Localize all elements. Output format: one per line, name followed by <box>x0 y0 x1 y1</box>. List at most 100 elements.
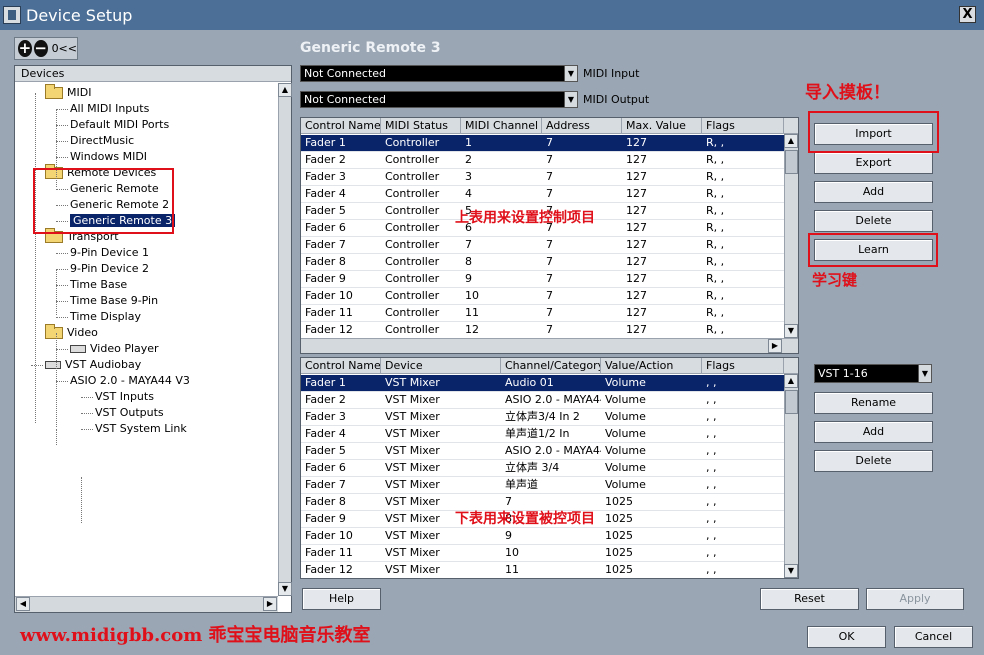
add-target-button[interactable]: Add <box>814 421 933 443</box>
tree-item-asio-2-0-maya44-v3[interactable]: ASIO 2.0 - MAYA44 V3 <box>70 373 190 389</box>
column-header[interactable]: Value/Action <box>601 358 702 374</box>
scroll-thumb[interactable] <box>785 390 798 414</box>
column-header[interactable]: Address <box>542 118 622 134</box>
scroll-down-icon[interactable]: ▼ <box>784 564 798 578</box>
tree-item-video[interactable]: Video <box>45 324 98 341</box>
table-row[interactable]: Fader 4 VST Mixer 单声道1/2 In Volume , , <box>301 426 784 443</box>
column-header[interactable]: MIDI Channel <box>461 118 542 134</box>
tree-vertical-scrollbar[interactable]: ▲ ▼ <box>278 83 292 596</box>
column-header[interactable]: MIDI Status <box>381 118 461 134</box>
midi-output-select[interactable]: Not Connected ▼ <box>300 91 578 108</box>
export-button[interactable]: Export <box>814 152 933 174</box>
bank-select[interactable]: VST 1-16 ▼ <box>814 364 932 383</box>
table-row[interactable]: Fader 1 VST Mixer Audio 01 Volume , , <box>301 375 784 392</box>
column-header[interactable]: Flags <box>702 118 784 134</box>
delete-control-button[interactable]: Delete <box>814 210 933 232</box>
apply-button[interactable]: Apply <box>866 588 964 610</box>
table-cell: Fader 12 <box>305 563 353 576</box>
chevron-down-icon[interactable]: ▼ <box>564 92 577 107</box>
tree-item-default-midi-ports[interactable]: Default MIDI Ports <box>70 117 169 133</box>
scroll-up-icon[interactable]: ▲ <box>784 374 798 388</box>
tree-horizontal-scrollbar[interactable]: ◀ ▶ <box>15 596 278 612</box>
tree-item-9-pin-device-2[interactable]: 9-Pin Device 2 <box>70 261 149 277</box>
device-tree: MIDI All MIDI Inputs Default MIDI Ports Dir… <box>15 83 278 595</box>
chevron-down-icon[interactable]: ▼ <box>564 66 577 81</box>
midi-input-select[interactable]: Not Connected ▼ <box>300 65 578 82</box>
tree-item-midi[interactable]: MIDI <box>45 84 91 101</box>
table-row[interactable]: Fader 11 VST Mixer 10 1025 , , <box>301 545 784 562</box>
help-button[interactable]: Help <box>302 588 381 610</box>
scroll-right-icon[interactable]: ▶ <box>263 597 277 611</box>
scroll-down-icon[interactable]: ▼ <box>278 582 292 596</box>
reset-button[interactable]: Reset <box>760 588 859 610</box>
table-cell: VST Mixer <box>385 444 440 457</box>
table-row[interactable]: Fader 8 Controller 8 7 127 R, , <box>301 254 784 271</box>
collapse-all-button[interactable]: 0<< <box>52 42 77 55</box>
lower-table-note: 下表用来设置被控项目 <box>455 511 595 527</box>
table-row[interactable]: Fader 7 VST Mixer 单声道 Volume , , <box>301 477 784 494</box>
table-cell: Fader 9 <box>305 272 346 285</box>
chevron-down-icon[interactable]: ▼ <box>918 365 931 382</box>
table-row[interactable]: Fader 10 VST Mixer 9 1025 , , <box>301 528 784 545</box>
control-table-vertical-scrollbar[interactable]: ▲ ▼ <box>784 134 798 338</box>
scroll-left-icon[interactable]: ◀ <box>16 597 30 611</box>
tree-connector <box>56 125 68 126</box>
tree-item-time-base[interactable]: Time Base <box>70 277 127 293</box>
table-cell: 127 <box>626 221 647 234</box>
tree-item-video-player[interactable]: Video Player <box>70 341 159 357</box>
tree-item-vst-outputs[interactable]: VST Outputs <box>95 405 164 421</box>
tree-item-vst-inputs[interactable]: VST Inputs <box>95 389 154 405</box>
table-row[interactable]: Fader 6 VST Mixer 立体声 3/4 Volume , , <box>301 460 784 477</box>
upper-table-note: 上表用来设置控制项目 <box>455 210 595 226</box>
column-header[interactable]: Channel/Category <box>501 358 601 374</box>
cancel-button[interactable]: Cancel <box>894 626 973 648</box>
remove-device-icon[interactable]: − <box>33 40 48 57</box>
delete-target-button[interactable]: Delete <box>814 450 933 472</box>
table-row[interactable]: Fader 12 Controller 12 7 127 R, , <box>301 322 784 339</box>
app-icon <box>3 6 21 24</box>
scroll-up-icon[interactable]: ▲ <box>278 83 292 97</box>
scroll-thumb[interactable] <box>785 150 798 174</box>
tree-guide <box>56 429 57 445</box>
rename-button[interactable]: Rename <box>814 392 933 414</box>
tree-item-all-midi-inputs[interactable]: All MIDI Inputs <box>70 101 149 117</box>
table-row[interactable]: Fader 7 Controller 7 7 127 R, , <box>301 237 784 254</box>
table-row[interactable]: Fader 5 VST Mixer ASIO 2.0 - MAYA44 Volume,… <box>301 443 784 460</box>
table-row[interactable]: Fader 4 Controller 4 7 127 R, , <box>301 186 784 203</box>
column-header[interactable]: Flags <box>702 358 784 374</box>
table-row[interactable]: Fader 12 VST Mixer 11 1025 , , <box>301 562 784 578</box>
tree-item-vst-system-link[interactable]: VST System Link <box>95 421 187 437</box>
scroll-right-icon[interactable]: ▶ <box>768 339 782 353</box>
table-cell: Volume <box>605 444 646 457</box>
table-row[interactable]: Fader 9 Controller 9 7 127 R, , <box>301 271 784 288</box>
table-row[interactable]: Fader 3 VST Mixer 立体声3/4 In 2 Volume , , <box>301 409 784 426</box>
scroll-down-icon[interactable]: ▼ <box>784 324 798 338</box>
table-row[interactable]: Fader 1 Controller 1 7 127 R, , <box>301 135 784 152</box>
target-table-vertical-scrollbar[interactable]: ▲ ▼ <box>784 374 798 578</box>
tree-item-time-display[interactable]: Time Display <box>70 309 141 325</box>
tree-item-vst-audiobay[interactable]: VST Audiobay <box>45 357 141 373</box>
table-row[interactable]: Fader 3 Controller 3 7 127 R, , <box>301 169 784 186</box>
tree-item-directmusic[interactable]: DirectMusic <box>70 133 134 149</box>
close-button[interactable]: X <box>959 6 976 23</box>
table-row[interactable]: Fader 2 Controller 2 7 127 R, , <box>301 152 784 169</box>
tree-item-time-base-9-pin[interactable]: Time Base 9-Pin <box>70 293 158 309</box>
add-device-icon[interactable]: + <box>18 40 32 57</box>
column-header[interactable]: Max. Value <box>622 118 702 134</box>
table-row[interactable]: Fader 11 Controller 11 7 127 R, , <box>301 305 784 322</box>
ok-button[interactable]: OK <box>807 626 886 648</box>
table-row[interactable]: Fader 2 VST Mixer ASIO 2.0 - MAYA44 Volume,… <box>301 392 784 409</box>
table-cell: Controller <box>385 153 440 166</box>
table-cell: , , <box>706 461 717 474</box>
add-control-button[interactable]: Add <box>814 181 933 203</box>
table-cell: , , <box>706 478 717 491</box>
control-table-horizontal-scrollbar[interactable]: ▶ <box>301 338 798 353</box>
column-header[interactable]: Control Name <box>301 118 381 134</box>
table-cell: 7 <box>546 306 553 319</box>
column-header[interactable]: Device <box>381 358 501 374</box>
table-row[interactable]: Fader 10 Controller 10 7 127 R, , <box>301 288 784 305</box>
column-header[interactable]: Control Name <box>301 358 381 374</box>
scroll-up-icon[interactable]: ▲ <box>784 134 798 148</box>
tree-item-windows-midi[interactable]: Windows MIDI <box>70 149 147 165</box>
tree-item-9-pin-device-1[interactable]: 9-Pin Device 1 <box>70 245 149 261</box>
